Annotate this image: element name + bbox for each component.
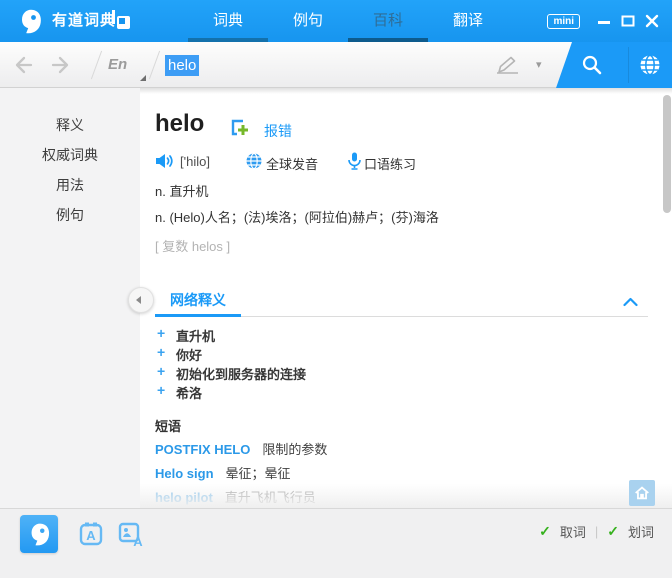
definition-line: n. (Helo)人名；(法)埃洛；(阿拉伯)赫卢；(芬)海洛	[155, 207, 439, 226]
sidebar-collapse-handle[interactable]	[128, 287, 154, 313]
tab-translate-label: 翻译	[453, 12, 483, 29]
maximize-button[interactable]	[616, 9, 640, 33]
expand-plus-icon[interactable]: +	[157, 344, 165, 360]
language-selector[interactable]: En	[108, 42, 127, 88]
web-definition-text: 初始化到服务器的连接	[176, 364, 306, 383]
sidebar-item-examples[interactable]: 例句	[0, 200, 140, 230]
expand-plus-icon[interactable]: +	[157, 382, 165, 398]
search-button[interactable]	[581, 54, 603, 76]
language-dropdown-corner-icon	[140, 75, 146, 81]
web-search-globe-icon[interactable]	[639, 54, 661, 76]
wordbook-ocr-icon[interactable]: A	[78, 521, 104, 547]
tab-examples-label: 例句	[293, 12, 323, 29]
phrase-term-link[interactable]: helo pilot	[155, 490, 213, 505]
letter-a-glyph: A	[133, 534, 143, 547]
status-toggles: ✓ 取词 | ✓ 划词	[539, 522, 654, 541]
phonetic-transcription: ['hilo]	[180, 154, 210, 169]
language-label: En	[108, 56, 127, 73]
divider	[628, 47, 629, 83]
main-content: 释义 权威词典 用法 例句 helo 报错 ['hilo]	[0, 88, 672, 508]
web-definition-text: 希洛	[176, 383, 202, 402]
add-to-wordbook-icon[interactable]	[229, 118, 251, 138]
highlight-word-toggle[interactable]: 划词	[628, 522, 654, 541]
phrase-term-link[interactable]: Helo sign	[155, 466, 214, 481]
phrase-meaning: 晕征；晕征	[226, 463, 291, 482]
phrase-row: helo pilot 直升飞机飞行员	[155, 487, 316, 506]
phrase-row: Helo sign 晕征；晕征	[155, 463, 291, 482]
phrase-meaning: 直升飞机飞行员	[225, 487, 316, 506]
tab-dictionary-label: 词典	[213, 12, 243, 29]
web-definition-text: 直升机	[176, 326, 215, 345]
phrases-section-title: 短语	[155, 416, 181, 435]
screenshot-translate-icon[interactable]: A	[118, 521, 144, 547]
sidebar-item-usage[interactable]: 用法	[0, 170, 140, 200]
search-input[interactable]: helo	[165, 42, 485, 88]
youdao-home-button[interactable]	[20, 515, 58, 553]
search-button-panel	[556, 42, 672, 88]
headword: helo	[155, 110, 204, 138]
definition-line: n. 直升机	[155, 181, 208, 200]
letter-a-glyph: A	[86, 528, 96, 543]
close-button[interactable]	[640, 9, 664, 33]
main-tabs: 词典 例句 百科 翻译	[188, 0, 508, 42]
collapse-chevron-up-icon[interactable]	[623, 294, 638, 312]
sidebar-item-definition[interactable]: 释义	[0, 110, 140, 140]
statusbar: A A ✓ 取词 | ✓ 划词	[0, 508, 672, 578]
collapse-left-arrow-icon	[136, 296, 141, 304]
global-pronunciation-label[interactable]: 全球发音	[266, 154, 318, 173]
back-button[interactable]	[12, 55, 36, 80]
app-title: 有道词典	[52, 0, 116, 42]
expand-plus-icon[interactable]: +	[157, 363, 165, 379]
web-definition-text: 你好	[176, 345, 202, 364]
plural-form-note: [ 复数 helos ]	[155, 236, 230, 255]
capture-word-toggle[interactable]: 取词	[560, 522, 586, 541]
web-definitions-section-title[interactable]: 网络释义	[170, 290, 226, 310]
handwriting-icon[interactable]	[494, 55, 521, 81]
tab-translate[interactable]: 翻译	[428, 0, 508, 42]
phrase-term-link[interactable]: POSTFIX HELO	[155, 442, 250, 457]
search-query-selected-text: helo	[165, 55, 199, 76]
highlight-word-check-icon[interactable]: ✓	[607, 523, 619, 540]
sidebar-item-authoritative-dict[interactable]: 权威词典	[0, 140, 140, 170]
forward-button[interactable]	[48, 55, 72, 80]
app-logo-icon	[16, 7, 44, 35]
tab-encyclopedia[interactable]: 百科	[348, 0, 428, 42]
minimize-button[interactable]	[592, 9, 616, 33]
divider: |	[595, 524, 598, 539]
tab-dictionary[interactable]: 词典	[188, 0, 268, 42]
phrase-meaning: 限制的参数	[262, 439, 327, 458]
scrollbar-thumb[interactable]	[663, 95, 671, 213]
capture-word-check-icon[interactable]: ✓	[539, 523, 551, 540]
phrase-row: POSTFIX HELO 限制的参数	[155, 439, 327, 458]
sidebar-nav: 释义 权威词典 用法 例句	[0, 88, 140, 508]
window-controls: mini	[547, 0, 664, 42]
expand-plus-icon[interactable]: +	[157, 325, 165, 341]
search-toolbar: En helo ▾	[0, 42, 672, 88]
handwriting-dropdown-icon[interactable]: ▾	[536, 42, 542, 88]
section-divider-accent	[155, 314, 241, 317]
mouse-cursor-artifact	[112, 10, 134, 32]
tab-encyclopedia-label: 百科	[373, 12, 403, 29]
mini-mode-button[interactable]: mini	[547, 14, 580, 29]
youdao-dict-window: 有道词典 词典 例句 百科 翻译 mini	[0, 0, 672, 578]
divider	[149, 51, 160, 80]
titlebar: 有道词典 词典 例句 百科 翻译 mini	[0, 0, 672, 42]
tab-examples[interactable]: 例句	[268, 0, 348, 42]
microphone-icon[interactable]	[348, 152, 361, 175]
divider	[91, 51, 102, 80]
speaker-icon[interactable]	[155, 153, 174, 174]
oral-practice-label[interactable]: 口语练习	[364, 154, 416, 173]
report-error-link[interactable]: 报错	[264, 121, 292, 141]
global-pronunciation-globe-icon[interactable]	[246, 153, 262, 174]
back-to-top-home-button[interactable]	[629, 480, 655, 506]
